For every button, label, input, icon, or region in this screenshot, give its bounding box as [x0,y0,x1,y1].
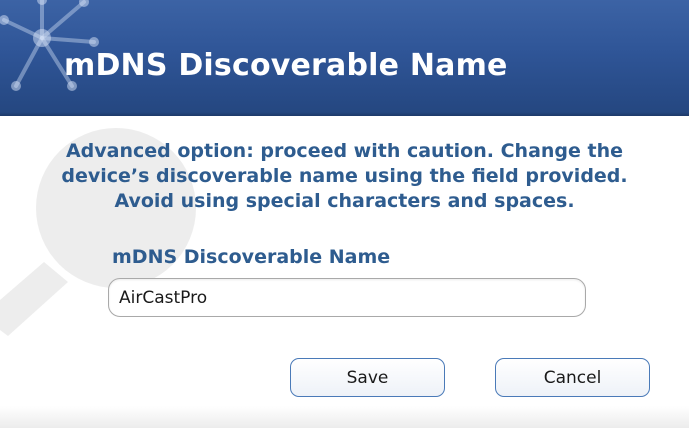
save-button[interactable]: Save [290,358,445,397]
bottom-shadow [0,406,689,428]
caution-message: Advanced option: proceed with caution. C… [0,139,689,214]
name-field-label: mDNS Discoverable Name [112,246,391,268]
mdns-dialog: mDNS Discoverable Name Advanced option: … [0,0,689,428]
discoverable-name-input[interactable] [108,278,586,317]
caution-line-2: device’s discoverable name using the fie… [61,165,628,187]
dialog-title: mDNS Discoverable Name [64,48,508,83]
cancel-button[interactable]: Cancel [495,358,650,397]
caution-line-3: Avoid using special characters and space… [114,190,575,212]
caution-line-1: Advanced option: proceed with caution. C… [65,140,624,162]
dialog-header: mDNS Discoverable Name [0,0,689,116]
